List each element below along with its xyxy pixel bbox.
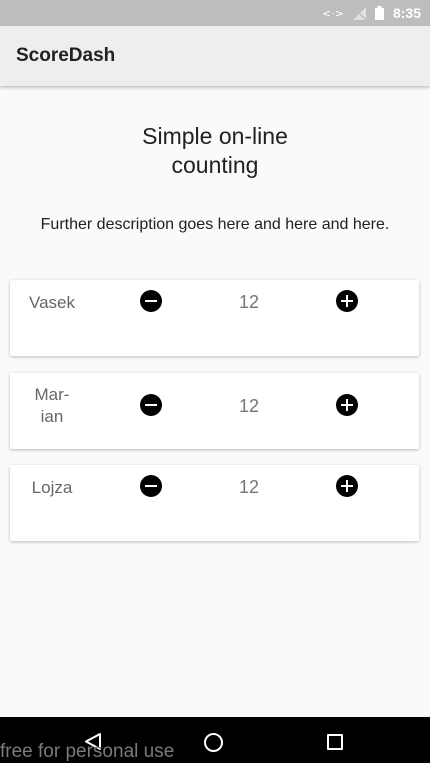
watermark: free for personal use xyxy=(0,741,175,762)
heading-line-2: counting xyxy=(171,152,259,178)
battery-icon xyxy=(374,6,384,20)
player-name: Lojza xyxy=(10,477,94,499)
heading-line-1: Simple on-line xyxy=(142,123,288,149)
player-name-text-continued: ian xyxy=(40,407,64,426)
player-name: Vasek xyxy=(10,292,94,314)
decrement-button[interactable] xyxy=(140,394,162,416)
status-time: 8:35 xyxy=(392,5,421,21)
recent-apps-icon[interactable] xyxy=(327,734,343,750)
decrement-button[interactable] xyxy=(140,290,162,312)
player-card: Mar- ian 12 xyxy=(10,373,419,449)
app-title: ScoreDash xyxy=(16,45,116,66)
player-score: 12 xyxy=(238,292,260,312)
data-transfer-icon: <·> xyxy=(322,6,344,20)
player-name-text: Lojza xyxy=(31,478,73,497)
player-card: Lojza 12 xyxy=(10,465,419,541)
increment-button[interactable] xyxy=(336,394,358,416)
status-bar: <·> 8:35 xyxy=(0,0,430,26)
increment-button[interactable] xyxy=(336,290,358,312)
player-name-text: Vasek xyxy=(29,293,75,312)
player-score: 12 xyxy=(238,396,260,416)
page-description: Further description goes here and here a… xyxy=(40,216,390,233)
no-signal-icon xyxy=(352,6,366,20)
player-score: 12 xyxy=(238,477,260,497)
decrement-button[interactable] xyxy=(140,475,162,497)
player-name: Mar- ian xyxy=(10,384,94,428)
app-bar: ScoreDash xyxy=(0,26,430,86)
player-card: Vasek 12 xyxy=(10,280,419,356)
increment-button[interactable] xyxy=(336,475,358,497)
home-icon[interactable] xyxy=(204,733,223,752)
player-name-text: Mar- xyxy=(34,385,70,404)
page-heading: Simple on-line counting xyxy=(0,122,430,180)
main-content: Simple on-line counting Further descript… xyxy=(0,86,430,717)
